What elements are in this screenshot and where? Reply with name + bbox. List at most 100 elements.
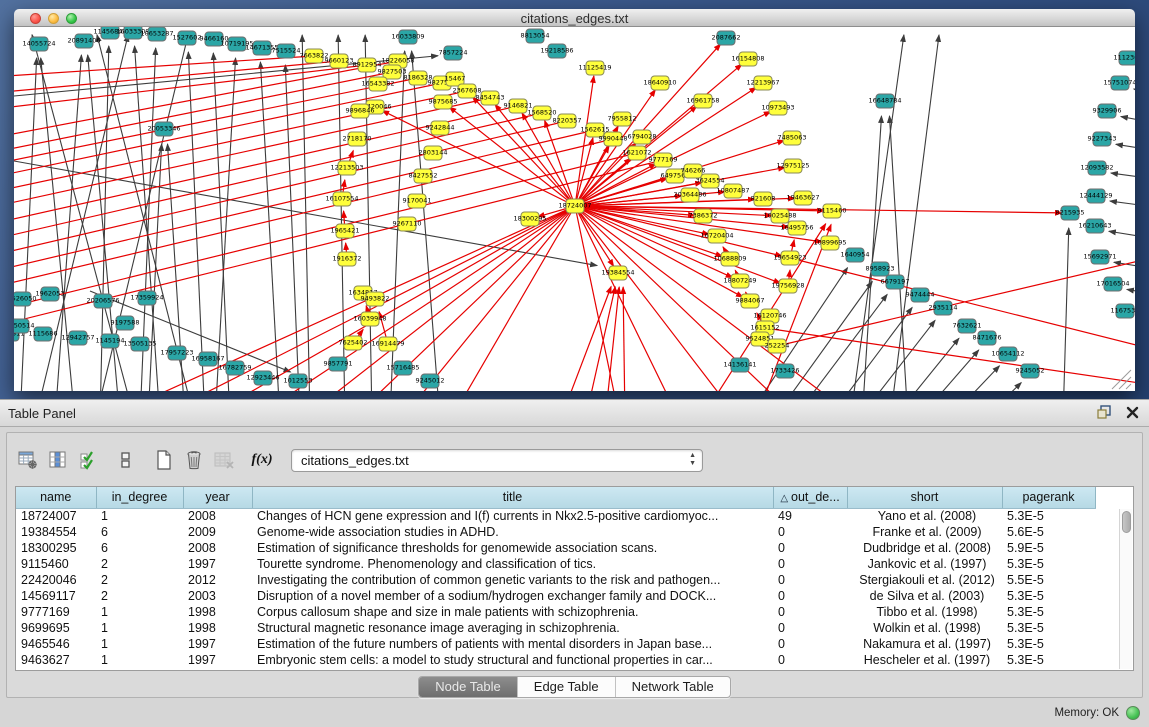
table-cell[interactable]: 0 <box>773 588 847 604</box>
network-node[interactable]: 18640910 <box>643 76 676 90</box>
network-node[interactable]: 10653287 <box>140 27 173 41</box>
network-node[interactable]: 1112307 <box>1114 51 1135 65</box>
table-row[interactable]: 1872400712008Changes of HCN gene express… <box>16 508 1095 524</box>
table-cell[interactable]: 1997 <box>183 556 252 572</box>
network-node[interactable]: 20364486 <box>673 188 706 202</box>
table-cell[interactable]: 1 <box>96 604 183 620</box>
table-cell[interactable]: 0 <box>773 572 847 588</box>
network-node[interactable]: 12923446 <box>246 371 279 385</box>
network-node[interactable]: 19218586 <box>540 44 573 58</box>
network-node[interactable]: 11125419 <box>578 61 611 75</box>
table-cell[interactable]: 9699695 <box>16 620 96 636</box>
table-cell[interactable]: 0 <box>773 604 847 620</box>
table-row[interactable]: 946554611997Estimation of the future num… <box>16 636 1095 652</box>
float-panel-icon[interactable] <box>1097 405 1112 419</box>
resize-grip-icon[interactable] <box>1126 384 1131 389</box>
network-node[interactable]: 1167533 <box>1111 304 1135 318</box>
table-cell[interactable]: 2003 <box>183 588 252 604</box>
network-edge[interactable] <box>1063 228 1069 391</box>
table-cell[interactable]: 5.3E-5 <box>1002 636 1095 652</box>
network-node[interactable]: 7632621 <box>953 319 982 333</box>
network-node[interactable]: 8813054 <box>521 29 550 43</box>
network-node[interactable]: 9245012 <box>416 374 445 388</box>
network-edge[interactable] <box>790 258 1135 349</box>
network-node[interactable]: 16154808 <box>731 52 764 66</box>
table-cell[interactable]: 0 <box>773 540 847 556</box>
network-node[interactable]: 1115686 <box>29 327 58 341</box>
table-cell[interactable]: 5.3E-5 <box>1002 588 1095 604</box>
table-cell[interactable]: 2008 <box>183 540 252 556</box>
network-node[interactable]: 20891406 <box>67 34 100 48</box>
network-node[interactable]: 7386372 <box>689 209 718 223</box>
network-node[interactable]: 2087662 <box>712 31 741 45</box>
network-edge[interactable] <box>1110 201 1135 209</box>
column-header-name[interactable]: name <box>16 487 96 508</box>
table-cell[interactable]: 49 <box>773 508 847 524</box>
network-node[interactable]: 9474444 <box>906 288 935 302</box>
table-cell[interactable]: 9463627 <box>16 652 96 668</box>
table-scrollbar[interactable] <box>1119 509 1132 669</box>
table-cell[interactable]: 2012 <box>183 572 252 588</box>
network-node[interactable]: 8454743 <box>476 91 505 105</box>
table-cell[interactable]: Investigating the contribution of common… <box>252 572 773 588</box>
network-node[interactable]: 14136141 <box>723 358 756 372</box>
network-edge[interactable] <box>1121 117 1135 126</box>
network-edge[interactable] <box>213 53 230 391</box>
table-cell[interactable]: de Silva et al. (2003) <box>847 588 1002 604</box>
table-row[interactable]: 1938455462009Genome-wide association stu… <box>16 524 1095 540</box>
table-cell[interactable]: Embryonic stem cells: a model to study s… <box>252 652 773 668</box>
network-edge[interactable] <box>892 338 959 391</box>
table-cell[interactable]: 1 <box>96 508 183 524</box>
column-header-short[interactable]: short <box>847 487 1002 508</box>
resize-grip-icon[interactable] <box>1119 377 1131 389</box>
network-edge[interactable] <box>1127 289 1135 297</box>
table-cell[interactable]: 2008 <box>183 508 252 524</box>
network-node[interactable]: 7625402 <box>339 336 368 350</box>
tab-node-table[interactable]: Node Table <box>419 677 518 697</box>
table-cell[interactable]: 18724007 <box>16 508 96 524</box>
table-cell[interactable]: 1 <box>96 636 183 652</box>
network-canvas[interactable]: 1405572420891406114568441603330910653287… <box>14 27 1135 391</box>
table-row[interactable]: 969969511998Structural magnetic resonanc… <box>16 620 1095 636</box>
table-cell[interactable]: Estimation of significance thresholds fo… <box>252 540 773 556</box>
table-cell[interactable]: 5.3E-5 <box>1002 652 1095 668</box>
network-node[interactable]: 14055724 <box>22 37 55 51</box>
tab-network-table[interactable]: Network Table <box>616 677 730 697</box>
network-edge[interactable] <box>890 35 939 391</box>
network-edge[interactable] <box>90 291 291 372</box>
network-node[interactable]: 12213503 <box>330 161 363 175</box>
network-node[interactable]: 17359924 <box>130 291 163 305</box>
network-node[interactable]: 9115460 <box>818 204 847 218</box>
network-node[interactable]: 7857224 <box>439 46 468 60</box>
row-height-icon[interactable] <box>113 447 139 473</box>
network-node[interactable]: 9990448 <box>599 132 628 146</box>
function-builder-icon[interactable]: f(x) <box>249 447 275 473</box>
table-cell[interactable]: Corpus callosum shape and size in male p… <box>252 604 773 620</box>
table-cell[interactable]: 1998 <box>183 604 252 620</box>
table-cell[interactable]: 2 <box>96 588 183 604</box>
table-cell[interactable]: 5.3E-5 <box>1002 620 1095 636</box>
network-node[interactable]: 1012553 <box>284 374 313 388</box>
table-cell[interactable]: 1998 <box>183 620 252 636</box>
table-scrollbar-thumb[interactable] <box>1122 511 1131 533</box>
network-node[interactable]: 10807487 <box>716 184 749 198</box>
network-node[interactable]: 821608 <box>751 192 776 206</box>
network-edge[interactable] <box>1134 89 1135 98</box>
table-cell[interactable]: 5.3E-5 <box>1002 556 1095 572</box>
network-node[interactable]: 10973493 <box>761 101 794 115</box>
network-edge[interactable] <box>982 383 1021 391</box>
network-node[interactable]: 9493822 <box>361 292 390 306</box>
table-cell[interactable]: 19384554 <box>16 524 96 540</box>
network-edge[interactable] <box>1109 231 1135 241</box>
network-node[interactable]: 19463627 <box>786 191 819 205</box>
network-node[interactable]: 16914479 <box>371 337 404 351</box>
network-node[interactable]: 7515524 <box>272 44 301 58</box>
table-row[interactable]: 946362711997Embryonic stem cells: a mode… <box>16 652 1095 668</box>
table-cell[interactable]: 5.5E-5 <box>1002 572 1095 588</box>
network-node[interactable]: 7485063 <box>778 131 807 145</box>
table-cell[interactable]: Disruption of a novel member of a sodium… <box>252 588 773 604</box>
table-cell[interactable]: 1997 <box>183 652 252 668</box>
network-node[interactable]: 9170041 <box>403 194 432 208</box>
table-cell[interactable]: 0 <box>773 556 847 572</box>
close-panel-icon[interactable] <box>1126 406 1139 419</box>
